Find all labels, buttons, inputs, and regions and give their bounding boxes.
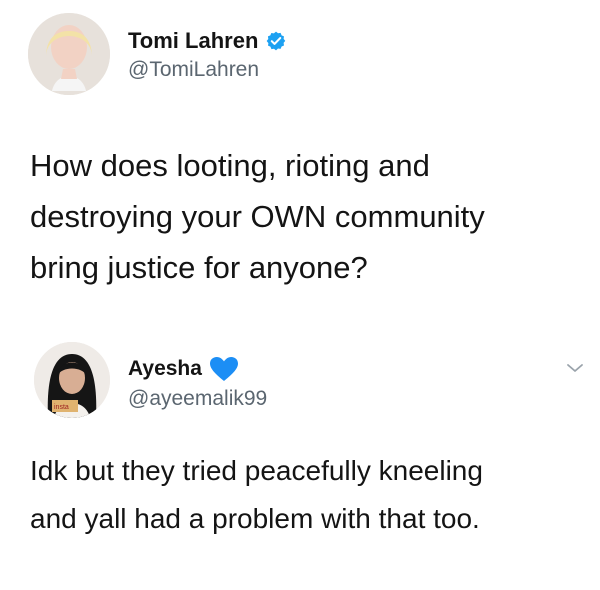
tweet-text: How does looting, rioting and destroying… xyxy=(30,148,485,285)
avatar-photo-icon: insta xyxy=(34,342,110,418)
avatar-photo-icon xyxy=(28,13,110,95)
blue-heart-icon xyxy=(209,357,238,381)
svg-text:insta: insta xyxy=(54,404,69,411)
reply-avatar[interactable]: insta xyxy=(34,342,110,418)
chevron-down-icon[interactable] xyxy=(565,361,585,375)
avatar[interactable] xyxy=(28,13,110,95)
main-tweet: Tomi Lahren @TomiLahren How does looting… xyxy=(0,0,600,300)
author-name[interactable]: Tomi Lahren xyxy=(128,28,258,54)
verified-badge-icon xyxy=(267,31,286,51)
author-handle[interactable]: @TomiLahren xyxy=(128,58,259,82)
reply-author-handle[interactable]: @ayeemalik99 xyxy=(128,387,267,411)
reply-text: Idk but they tried peacefully kneeling a… xyxy=(30,455,483,534)
reply-author-name-row: Ayesha xyxy=(128,355,240,383)
reply-author-name[interactable]: Ayesha xyxy=(128,357,202,381)
author-name-row: Tomi Lahren xyxy=(128,26,287,56)
